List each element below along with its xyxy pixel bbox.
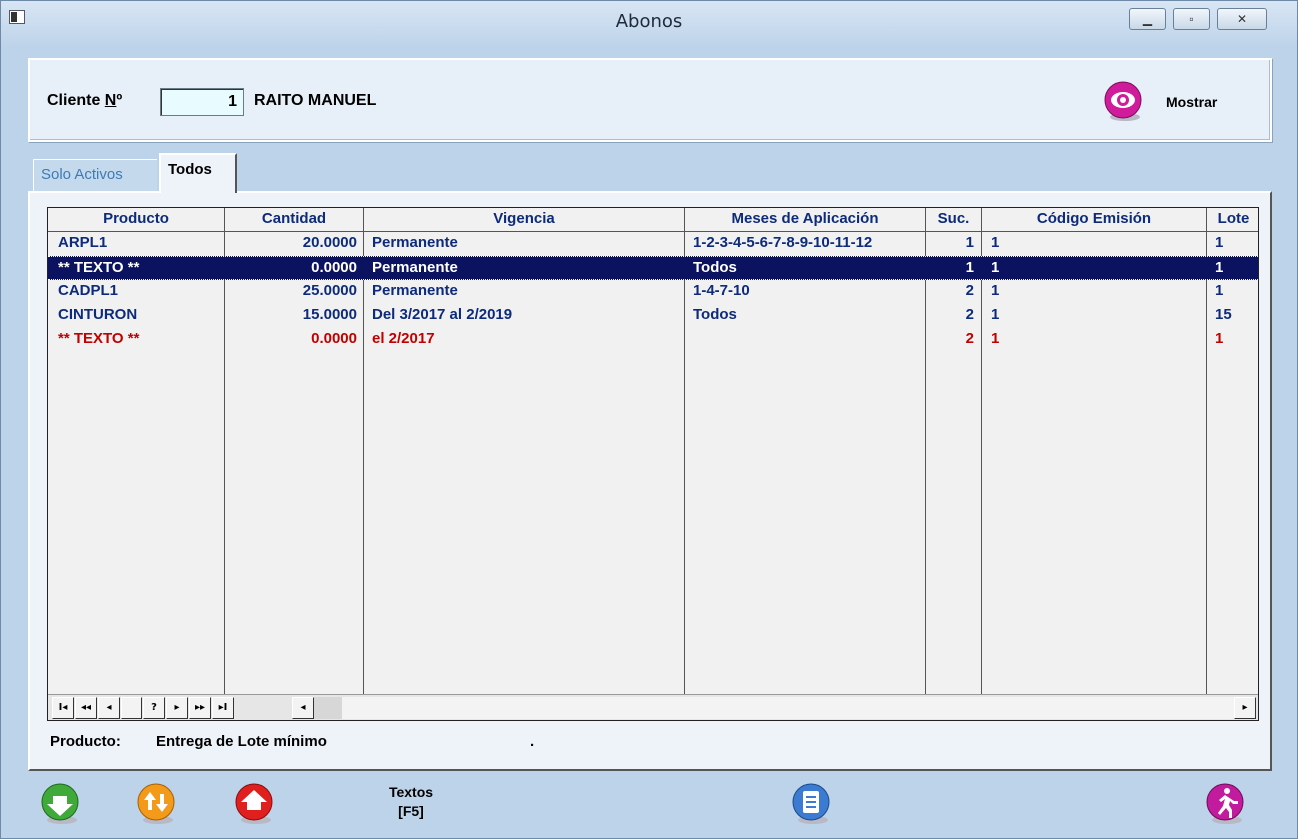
cell-suc: 1 [965,259,974,276]
grid-navigation-bar: I◂ ◂◂ ◂ ? ▸ ▸▸ ▸I ◂ ▸ [48,694,1258,720]
texts-shortcut: [F5] [398,803,424,819]
cell-suc: 2 [965,282,974,299]
show-button-label[interactable]: Mostrar [1166,94,1217,110]
cell-suc: 2 [965,306,974,323]
title-bar[interactable]: Abonos ▁ ▫ ✕ [1,1,1297,46]
find-record-button[interactable]: ? [143,697,165,719]
cell-suc: 1 [965,234,974,251]
up-down-arrows-icon[interactable] [135,782,179,826]
tab-page-todos: Producto Cantidad Vigencia Meses de Apli… [28,191,1272,771]
product-info-label: Producto: [50,733,121,750]
next-page-button[interactable]: ▸▸ [189,697,211,719]
table-row[interactable]: CADPL1 25.0000 Permanente 1-4-7-10 2 1 1 [48,280,1258,304]
table-row[interactable]: ARPL1 20.0000 Permanente 1-2-3-4-5-6-7-8… [48,232,1258,256]
cell-meses: 1-2-3-4-5-6-7-8-9-10-11-12 [693,234,873,251]
cell-producto: ** TEXTO ** [58,259,140,276]
cell-codigo: 1 [991,234,1000,251]
first-record-button[interactable]: I◂ [52,697,74,719]
tab-todos[interactable]: Todos [159,153,237,193]
column-header-codigo-emision[interactable]: Código Emisión [982,210,1206,227]
client-name: RAITO MANUEL [254,92,377,109]
column-header-lote[interactable]: Lote [1207,210,1258,227]
cell-lote: 1 [1215,259,1224,276]
scroll-left-button[interactable]: ◂ [292,697,314,719]
cell-vigencia: el 2/2017 [372,330,435,347]
column-header-vigencia[interactable]: Vigencia [364,210,684,227]
scroll-right-button[interactable]: ▸ [1234,697,1256,719]
cell-suc: 2 [965,330,974,347]
texts-button[interactable]: Textos [F5] [371,783,451,821]
close-button[interactable]: ✕ [1217,8,1267,30]
horizontal-scrollbar[interactable] [342,697,1237,719]
cell-vigencia: Permanente [372,234,458,251]
cell-lote: 1 [1215,234,1224,251]
maximize-button[interactable]: ▫ [1173,8,1210,30]
cell-producto: ARPL1 [58,234,108,251]
scrollbar-thumb[interactable] [314,697,342,719]
cell-cantidad: 0.0000 [311,330,357,347]
window-title: Abonos [615,11,683,32]
document-icon[interactable] [790,782,834,826]
table-row-selected[interactable]: ** TEXTO ** 0.0000 Permanente Todos 1 1 … [48,256,1258,280]
cell-cantidad: 15.0000 [302,306,357,323]
last-record-button[interactable]: ▸I [212,697,234,719]
up-arrow-icon[interactable] [233,782,277,826]
cell-codigo: 1 [991,330,1000,347]
cell-cantidad: 0.0000 [311,259,357,276]
previous-page-button[interactable]: ◂◂ [75,697,97,719]
walking-person-icon[interactable] [1204,782,1248,826]
column-header-producto[interactable]: Producto [48,210,224,227]
cell-codigo: 1 [991,306,1000,323]
texts-label: Textos [388,784,434,800]
cell-codigo: 1 [991,282,1000,299]
previous-record-button[interactable]: ◂ [98,697,120,719]
client-number-label: Cliente Nº [47,92,123,109]
down-arrow-icon[interactable] [39,782,83,826]
cell-vigencia: Permanente [372,282,458,299]
cell-cantidad: 25.0000 [302,282,357,299]
grid-header: Producto Cantidad Vigencia Meses de Apli… [48,208,1258,232]
column-header-meses[interactable]: Meses de Aplicación [685,210,925,227]
client-panel: Cliente Nº 1 RAITO MANUEL Mostrar [28,58,1272,142]
product-info-trailing: . [530,733,535,750]
table-row[interactable]: CINTURON 15.0000 Del 3/2017 al 2/2019 To… [48,304,1258,328]
abonos-window: Abonos ▁ ▫ ✕ Cliente Nº 1 RAITO MANUEL M… [0,0,1298,839]
cell-meses: Todos [693,259,737,276]
client-number-field[interactable]: 1 [160,88,244,116]
cell-producto: CINTURON [58,306,138,323]
cell-lote: 1 [1215,282,1224,299]
cell-vigencia: Del 3/2017 al 2/2019 [372,306,513,323]
nav-spacer [121,697,142,719]
abonos-grid[interactable]: Producto Cantidad Vigencia Meses de Apli… [47,207,1259,721]
cell-cantidad: 20.0000 [302,234,357,251]
minimize-button[interactable]: ▁ [1129,8,1166,30]
cell-meses: Todos [693,306,737,323]
column-header-suc[interactable]: Suc. [926,210,981,227]
cell-lote: 1 [1215,330,1224,347]
cell-producto: CADPL1 [58,282,119,299]
cell-vigencia: Permanente [372,259,458,276]
table-row-inactive[interactable]: ** TEXTO ** 0.0000 el 2/2017 2 1 1 [48,328,1258,352]
tab-solo-activos[interactable]: Solo Activos [33,159,157,191]
cell-producto: ** TEXTO ** [58,330,140,347]
product-info-value: Entrega de Lote mínimo [156,733,327,750]
eye-icon[interactable] [1102,80,1146,124]
cell-codigo: 1 [991,259,1000,276]
column-header-cantidad[interactable]: Cantidad [225,210,363,227]
next-record-button[interactable]: ▸ [166,697,188,719]
cell-meses: 1-4-7-10 [693,282,750,299]
cell-lote: 15 [1215,306,1232,323]
